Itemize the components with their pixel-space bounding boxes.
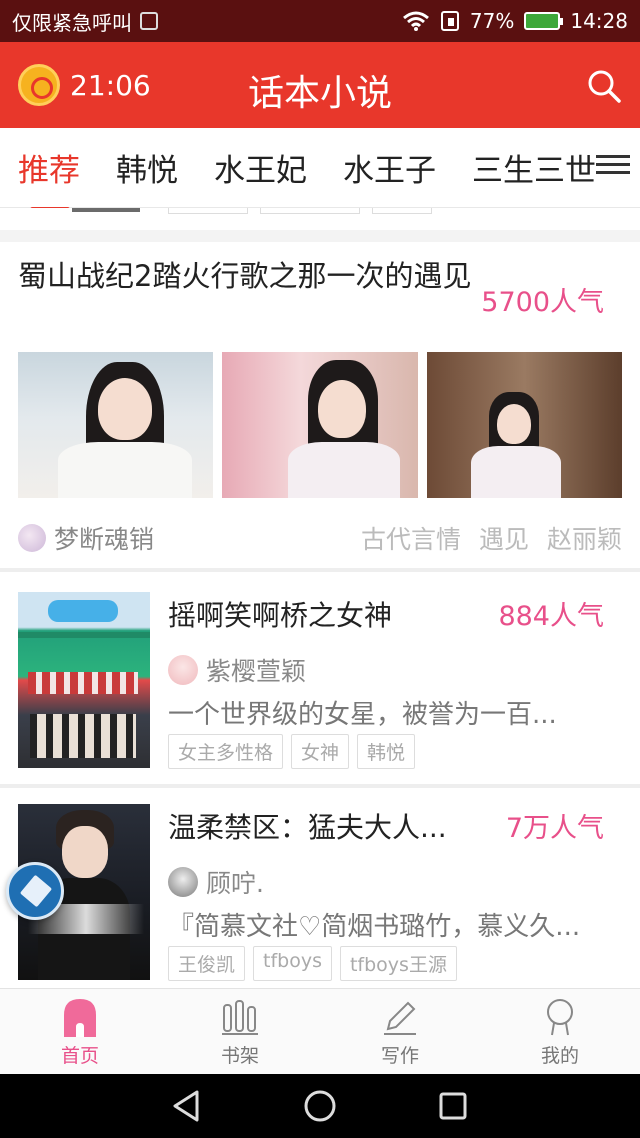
app-screen: 仅限紧急呼叫 77% 14:28 21:06 话本小说 推荐 韩悦 水王妃 水王… xyxy=(0,0,640,1138)
featured-novel-card[interactable]: 蜀山战纪2踏火行歌之那一次的遇见 5700人气 梦断魂销 古代言情 遇见 赵丽颖 xyxy=(0,244,640,570)
nav-label: 我的 xyxy=(540,1045,579,1067)
battery-icon xyxy=(524,12,564,30)
nav-home[interactable]: 首页 xyxy=(0,989,160,1074)
bookshelf-icon xyxy=(222,1000,258,1035)
cover-image[interactable] xyxy=(18,352,214,498)
nav-label: 首页 xyxy=(60,1045,99,1067)
tab-sansheng-sanshi[interactable]: 三生三世 xyxy=(472,145,596,190)
bottom-nav: 首页 书架 写作 我的 xyxy=(0,988,640,1074)
tag-list: 王俊凯 tfboys tfboys王源 xyxy=(168,946,457,981)
home-circle-icon[interactable] xyxy=(300,1086,340,1126)
previous-card-stub xyxy=(0,208,640,232)
novel-list-item[interactable]: 摇啊笑啊桥之女神 884人气 紫樱萱颖 一个世界级的女星，被誉为一百... 女主… xyxy=(0,572,640,774)
tag[interactable]: 韩悦 xyxy=(357,734,416,769)
carrier-text: 仅限紧急呼叫 xyxy=(12,10,132,35)
back-icon[interactable] xyxy=(167,1086,207,1126)
home-icon xyxy=(64,999,96,1037)
keyword[interactable]: 古代言情 xyxy=(361,520,461,556)
author-row: 顾咛. xyxy=(168,864,264,900)
sim-icon xyxy=(440,11,459,31)
tag[interactable]: 女神 xyxy=(291,734,350,769)
status-bar: 仅限紧急呼叫 77% 14:28 xyxy=(0,0,640,42)
system-nav-bar xyxy=(0,1074,640,1138)
author-row: 紫樱萱颖 xyxy=(168,652,306,688)
tag[interactable]: tfboys王源 xyxy=(339,946,457,981)
tab-shui-wangfei[interactable]: 水王妃 xyxy=(214,145,307,190)
tag[interactable]: 女主多性格 xyxy=(168,734,284,769)
battery-percent: 77% xyxy=(469,9,515,33)
app-header: 21:06 话本小说 xyxy=(0,42,640,128)
wifi-icon xyxy=(402,11,429,31)
keyword[interactable]: 赵丽颖 xyxy=(547,520,622,556)
popularity-count: 5700人气 xyxy=(481,287,604,318)
divider xyxy=(0,230,640,242)
keyword-list: 古代言情 遇见 赵丽颖 xyxy=(361,520,622,556)
tab-hanyue[interactable]: 韩悦 xyxy=(116,145,178,190)
search-icon[interactable] xyxy=(586,68,622,104)
author-avatar[interactable] xyxy=(18,524,46,552)
cover-image[interactable] xyxy=(18,592,150,768)
novel-feed[interactable]: 蜀山战纪2踏火行歌之那一次的遇见 5700人气 梦断魂销 古代言情 遇见 赵丽颖… xyxy=(0,208,640,988)
keyword[interactable]: 遇见 xyxy=(479,520,529,556)
novel-list-item[interactable]: 温柔禁区：猛夫大人... 7万人气 顾咛. 『简慕文社♡简烟书璐竹，慕义久...… xyxy=(0,784,640,986)
novel-description: 『简慕文社♡简烟书璐竹，慕义久... xyxy=(168,912,581,942)
screenshot-icon xyxy=(140,12,158,30)
app-title: 话本小说 xyxy=(247,73,392,114)
author-avatar[interactable] xyxy=(168,655,198,685)
tab-menu-icon[interactable] xyxy=(596,150,630,180)
cover-image[interactable] xyxy=(222,352,418,498)
category-tabs: 推荐 韩悦 水王妃 水王子 三生三世 xyxy=(0,128,640,212)
novel-title[interactable]: 温柔禁区：猛夫大人... xyxy=(168,806,447,846)
tab-shui-wangzi[interactable]: 水王子 xyxy=(343,145,436,190)
novel-title[interactable]: 摇啊笑啊桥之女神 xyxy=(168,594,392,634)
nav-profile[interactable]: 我的 xyxy=(480,989,640,1074)
nav-write[interactable]: 写作 xyxy=(320,989,480,1074)
tab-recommend[interactable]: 推荐 xyxy=(18,145,80,212)
pencil-icon xyxy=(384,1001,416,1035)
popularity-count: 7万人气 xyxy=(505,813,604,844)
tag[interactable]: tfboys xyxy=(253,946,332,981)
author-avatar[interactable] xyxy=(168,867,198,897)
author-name[interactable]: 紫樱萱颖 xyxy=(206,652,306,688)
clock: 14:28 xyxy=(570,9,628,33)
nav-bookshelf[interactable]: 书架 xyxy=(160,989,320,1074)
novel-description: 一个世界级的女星，被誉为一百... xyxy=(168,700,557,730)
profile-icon xyxy=(547,999,573,1036)
recents-icon[interactable] xyxy=(433,1086,473,1126)
nav-label: 写作 xyxy=(380,1045,419,1067)
cover-gallery[interactable] xyxy=(18,352,622,498)
tag[interactable]: 王俊凯 xyxy=(168,946,246,981)
floating-broom-button[interactable] xyxy=(6,862,64,920)
nav-label: 书架 xyxy=(220,1045,259,1067)
author-name[interactable]: 梦断魂销 xyxy=(54,520,154,556)
popularity-count: 884人气 xyxy=(498,601,604,632)
cover-image[interactable] xyxy=(426,352,622,498)
tag-list: 女主多性格 女神 韩悦 xyxy=(168,734,416,769)
card-meta: 梦断魂销 古代言情 遇见 赵丽颖 xyxy=(18,518,622,558)
author-name[interactable]: 顾咛. xyxy=(206,864,264,900)
novel-title[interactable]: 蜀山战纪2踏火行歌之那一次的遇见 xyxy=(18,258,478,294)
